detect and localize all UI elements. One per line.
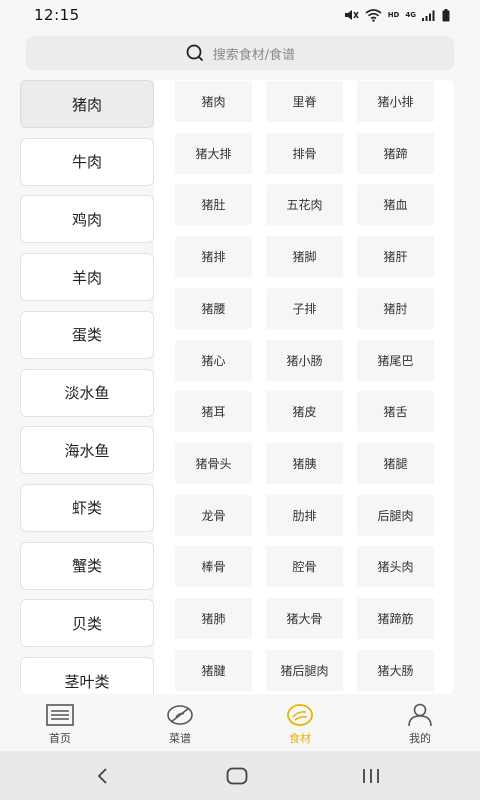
status-time: 12:15 <box>34 6 80 24</box>
ingredient-item[interactable]: 猪大肠 <box>357 649 434 691</box>
ingredient-item[interactable]: 猪耳 <box>175 391 252 433</box>
category-item[interactable]: 海水鱼 <box>20 426 154 475</box>
ingredient-item[interactable]: 猪尾巴 <box>357 339 434 381</box>
ingredient-item[interactable]: 猪大排 <box>175 132 252 174</box>
ingredient-item[interactable]: 猪骨头 <box>175 442 252 484</box>
category-item[interactable]: 虾类 <box>20 483 154 532</box>
category-item[interactable]: 鸡肉 <box>20 195 154 244</box>
ingredient-item[interactable]: 棒骨 <box>175 546 252 588</box>
signal-icon <box>422 10 435 21</box>
ingredient-item[interactable]: 猪小肠 <box>266 339 343 381</box>
network-gen-label: 4G <box>405 11 416 19</box>
search-placeholder: 搜索食材/食谱 <box>212 47 296 63</box>
bottom-nav: 首页 菜谱 食材 我的 <box>0 697 480 751</box>
battery-icon <box>442 8 450 21</box>
ingredient-item[interactable]: 猪腰 <box>175 287 252 329</box>
back-button[interactable] <box>88 763 118 789</box>
nav-home[interactable]: 首页 <box>20 697 100 751</box>
ingredient-item[interactable]: 猪皮 <box>266 391 343 433</box>
status-icons: HD 4G <box>343 8 450 22</box>
category-item[interactable]: 淡水鱼 <box>20 368 154 417</box>
ingredient-item[interactable]: 猪肝 <box>357 236 434 278</box>
ingredient-item[interactable]: 猪肉 <box>175 81 252 122</box>
category-item[interactable]: 牛肉 <box>20 137 154 186</box>
ingredient-item[interactable]: 猪排 <box>175 236 252 278</box>
ingredient-item[interactable]: 猪腱 <box>175 649 252 691</box>
category-item[interactable]: 羊肉 <box>20 253 154 302</box>
ingredient-item[interactable]: 猪后腿肉 <box>266 649 343 691</box>
category-item[interactable]: 蛋类 <box>20 310 154 359</box>
ingredient-item[interactable]: 猪肚 <box>175 184 252 226</box>
system-nav <box>0 751 480 800</box>
category-item[interactable]: 蟹类 <box>20 541 154 590</box>
ingredient-item[interactable]: 猪头肉 <box>357 546 434 588</box>
home-circle-icon <box>226 767 248 785</box>
ingredient-item[interactable]: 猪蹄 <box>357 132 434 174</box>
nav-home-label: 首页 <box>49 732 71 745</box>
ingredient-item[interactable]: 猪血 <box>357 184 434 226</box>
home-icon <box>46 704 74 726</box>
back-icon <box>97 768 107 784</box>
recents-button[interactable] <box>356 763 386 789</box>
search-bar[interactable]: 搜索食材/食谱 <box>26 36 454 70</box>
ingredient-grid[interactable]: 猪肉 里脊 猪小排猪大排 排骨 猪蹄猪肚 五花肉 猪血猪排 猪脚 猪肝猪腰 子排 猪肘猪心 猪小肠 猪尾… <box>175 80 445 694</box>
network-hd-label: HD <box>387 11 400 19</box>
ingredient-icon <box>287 704 313 726</box>
nav-ingredient-label: 食材 <box>289 732 311 745</box>
recipe-icon <box>167 705 193 725</box>
main-panel: 猪肉 牛肉 鸡肉 羊肉 蛋类 淡水鱼 海水鱼 虾类 蟹类 贝类 茎叶类 猪肉 里脊 猪小排 猪大排 排骨 猪蹄… <box>20 80 454 694</box>
ingredient-item[interactable]: 后腿肉 <box>357 494 434 536</box>
ingredient-item[interactable]: 猪肺 <box>175 598 252 639</box>
category-item[interactable]: 猪肉 <box>20 80 154 128</box>
ingredient-item[interactable]: 猪蹄筋 <box>357 598 434 639</box>
nav-recipe-label: 菜谱 <box>169 732 191 745</box>
ingredient-item[interactable]: 猪小排 <box>357 81 434 122</box>
status-bar: 12:15 HD 4G <box>0 0 480 32</box>
category-item[interactable]: 贝类 <box>20 599 154 648</box>
ingredient-item[interactable]: 肋排 <box>266 494 343 536</box>
ingredient-item[interactable]: 猪心 <box>175 339 252 381</box>
nav-profile-label: 我的 <box>409 732 431 745</box>
search-icon <box>186 44 203 61</box>
ingredient-item[interactable]: 猪大骨 <box>266 598 343 639</box>
nav-ingredient[interactable]: 食材 <box>260 697 340 751</box>
wifi-icon <box>365 8 382 22</box>
nav-profile[interactable]: 我的 <box>380 697 460 751</box>
home-system-button[interactable] <box>222 763 252 789</box>
ingredient-item[interactable]: 子排 <box>266 287 343 329</box>
ingredient-item[interactable]: 猪脚 <box>266 236 343 278</box>
ingredient-item[interactable]: 腔骨 <box>266 546 343 588</box>
mute-icon <box>344 10 359 20</box>
ingredient-item[interactable]: 五花肉 <box>266 184 343 226</box>
ingredient-item[interactable]: 猪舌 <box>357 391 434 433</box>
category-list[interactable]: 猪肉牛肉鸡肉羊肉蛋类淡水鱼海水鱼虾类蟹类贝类茎叶类 <box>20 80 154 694</box>
ingredient-item[interactable]: 龙骨 <box>175 494 252 536</box>
ingredient-item[interactable]: 里脊 <box>266 81 343 122</box>
category-item[interactable]: 茎叶类 <box>20 657 154 694</box>
ingredient-item[interactable]: 猪胰 <box>266 442 343 484</box>
ingredient-item[interactable]: 猪腿 <box>357 442 434 484</box>
recents-icon <box>363 769 379 783</box>
profile-icon <box>408 703 432 727</box>
ingredient-item[interactable]: 猪肘 <box>357 287 434 329</box>
nav-recipe[interactable]: 菜谱 <box>140 697 220 751</box>
ingredient-item[interactable]: 排骨 <box>266 132 343 174</box>
